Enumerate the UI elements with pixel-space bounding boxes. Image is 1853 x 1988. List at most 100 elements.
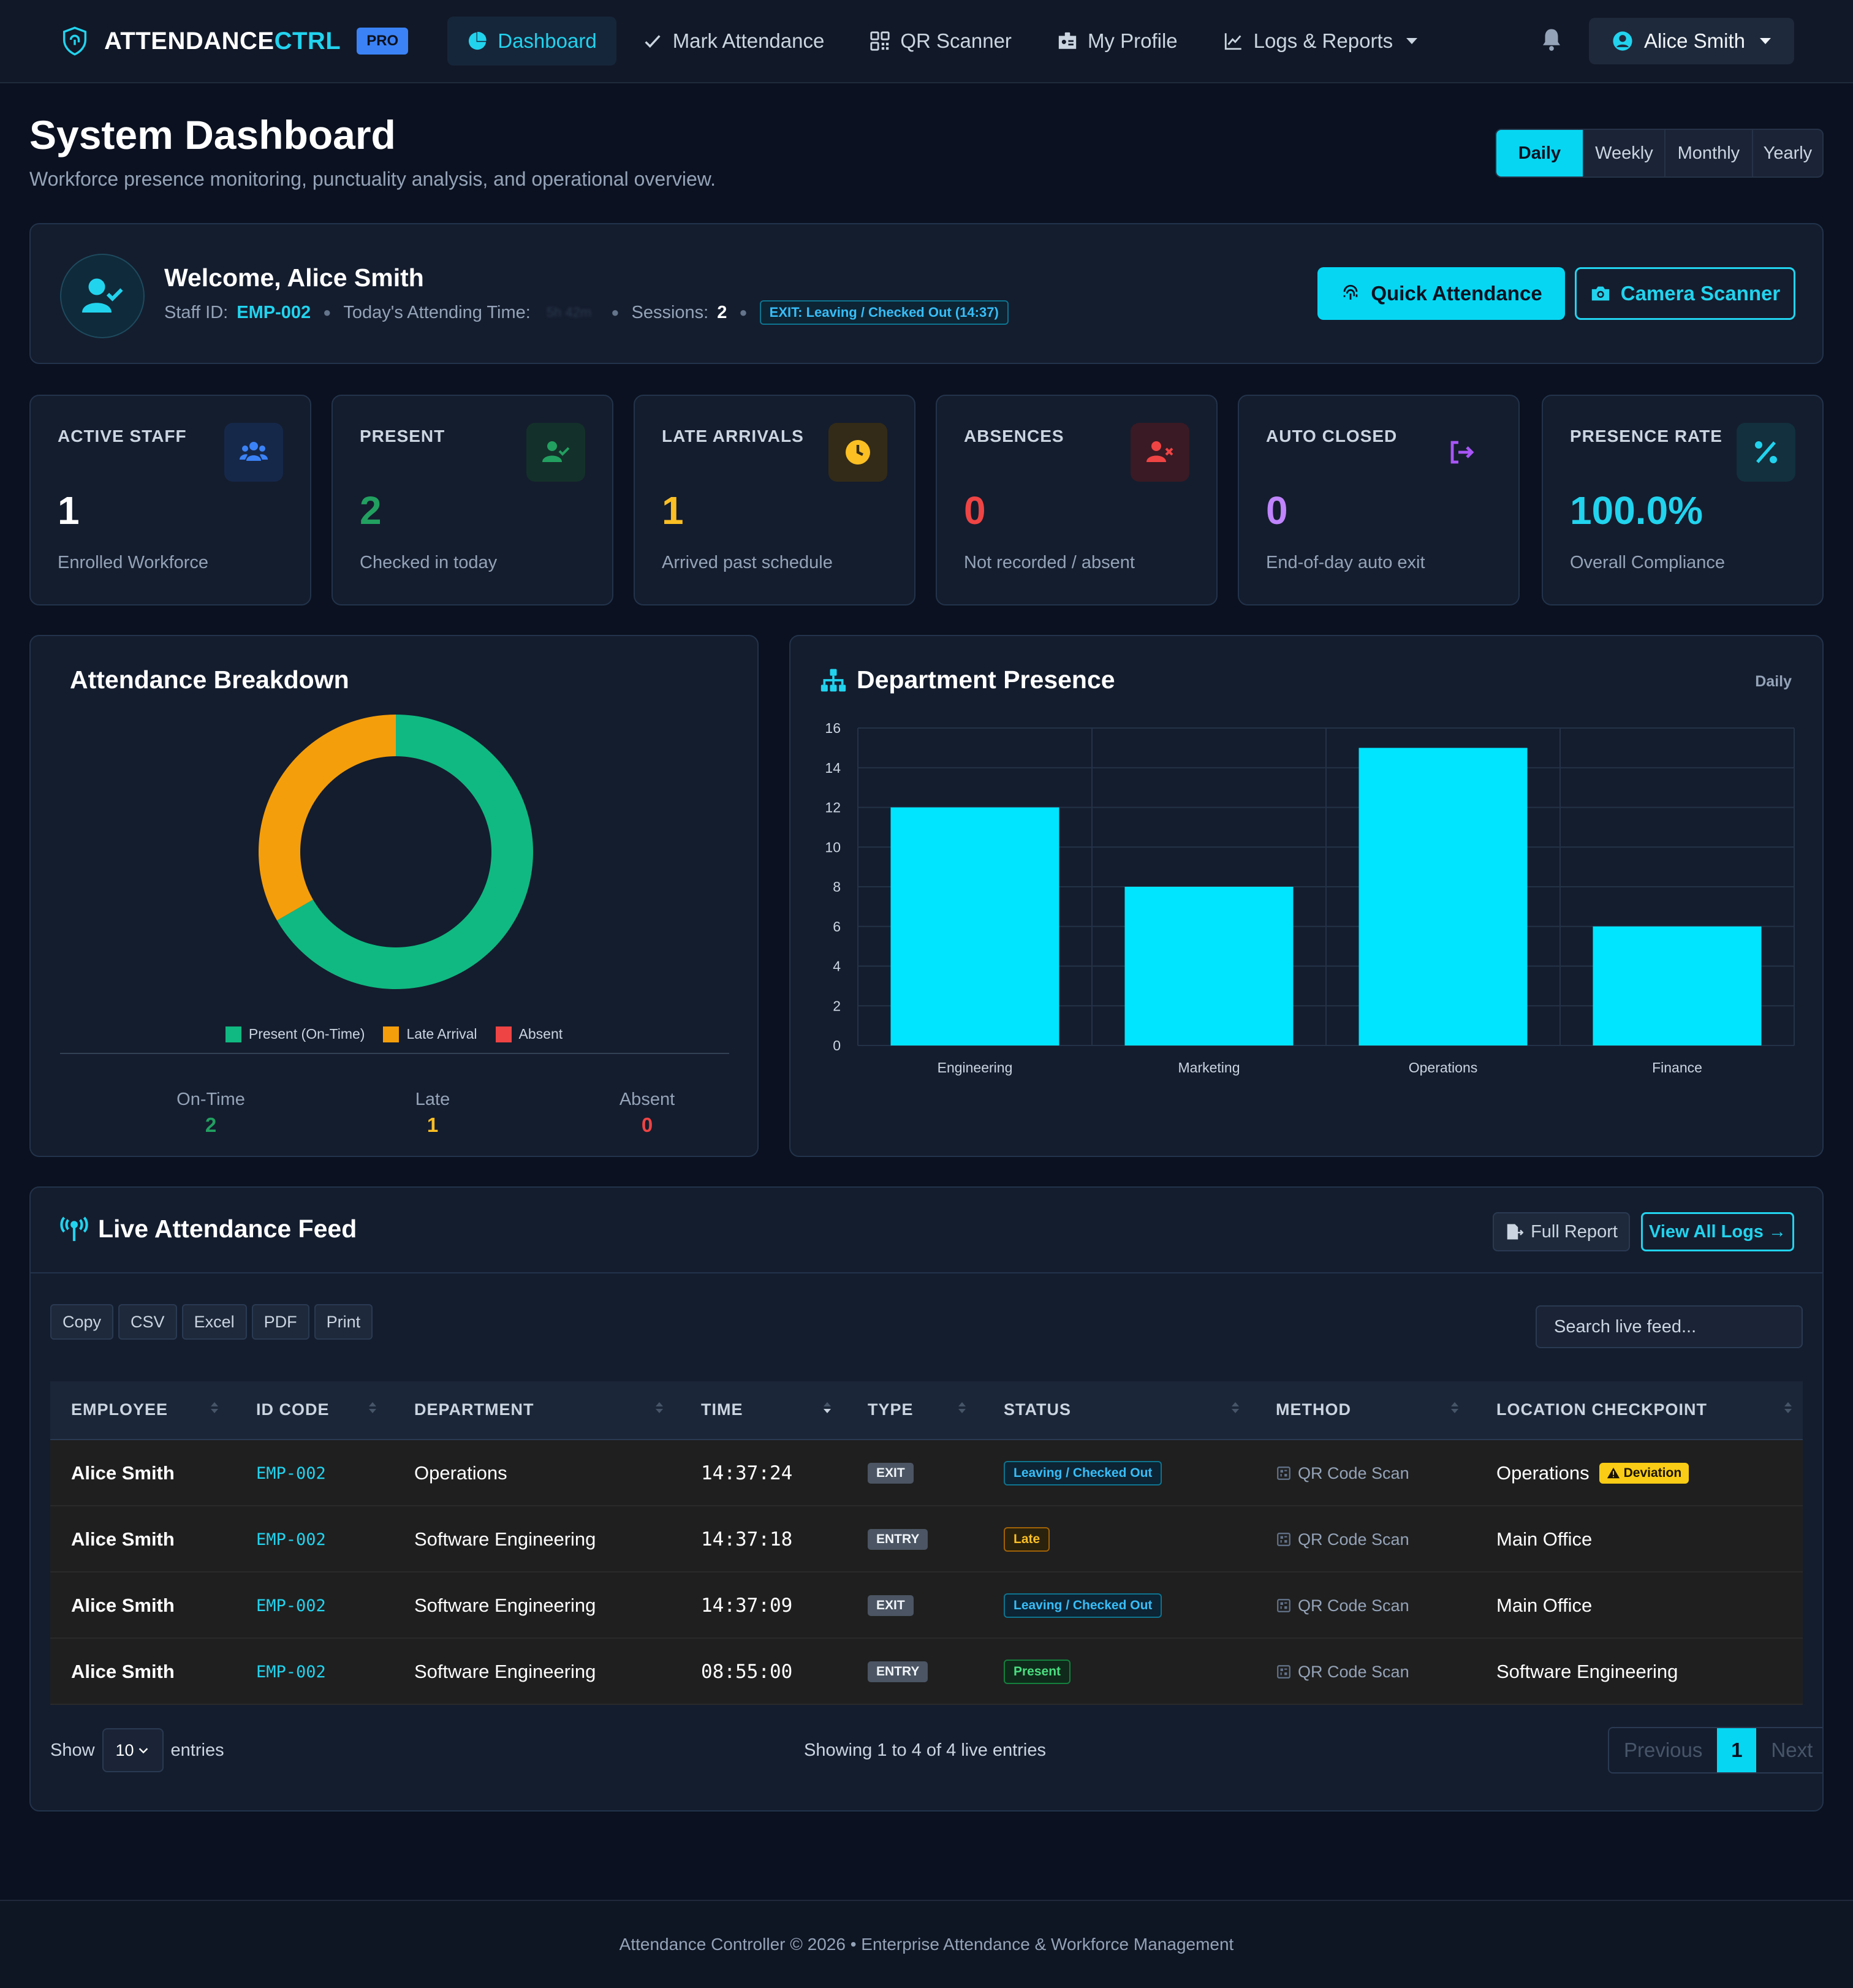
stat-value: 0: [964, 488, 986, 533]
pagination: Previous 1 Next: [1608, 1727, 1822, 1774]
pdf-button[interactable]: PDF: [251, 1304, 309, 1340]
period-monthly-button[interactable]: Monthly: [1665, 130, 1753, 176]
status-badge: Present: [1004, 1660, 1071, 1684]
status-badge: Leaving / Checked Out: [1004, 1593, 1162, 1618]
pie-chart-icon: [469, 32, 487, 50]
page-size-select[interactable]: 10: [102, 1728, 164, 1772]
bar-operations[interactable]: [1358, 748, 1528, 1045]
users-icon: [224, 423, 283, 482]
period-weekly-button[interactable]: Weekly: [1584, 130, 1665, 176]
sort-desc-icon: [824, 1402, 831, 1413]
stat-active-staff: ACTIVE STAFF 1 Enrolled Workforce: [29, 395, 311, 605]
cell-id-code[interactable]: EMP-002: [256, 1440, 326, 1506]
search-input[interactable]: [1536, 1305, 1803, 1348]
bar-finance[interactable]: [1593, 926, 1762, 1045]
period-daily-button[interactable]: Daily: [1496, 130, 1584, 176]
camera-scanner-button[interactable]: Camera Scanner: [1575, 267, 1795, 320]
cell-location: Software Engineering: [1496, 1661, 1678, 1682]
type-badge: ENTRY: [868, 1529, 928, 1550]
file-export-icon: [1507, 1224, 1524, 1240]
col-method[interactable]: METHOD: [1276, 1400, 1351, 1419]
period-yearly-button[interactable]: Yearly: [1753, 130, 1822, 176]
cell-status: Leaving / Checked Out: [1004, 1440, 1162, 1506]
cell-id-code[interactable]: EMP-002: [256, 1639, 326, 1705]
summary-absent: Absent 0: [619, 1090, 675, 1136]
shield-fingerprint-icon: [63, 26, 87, 56]
period-toggle: Daily Weekly Monthly Yearly: [1495, 129, 1824, 178]
table-header: EMPLOYEE ID CODE DEPARTMENT TIME TYPE ST…: [50, 1381, 1803, 1440]
cell-location: Main Office: [1496, 1595, 1593, 1616]
next-page-button[interactable]: Next: [1756, 1728, 1822, 1772]
stat-auto-closed: AUTO CLOSED 0 End-of-day auto exit: [1238, 395, 1520, 605]
cell-employee: Alice Smith: [71, 1661, 175, 1682]
stat-value: 1: [58, 488, 80, 533]
col-type[interactable]: TYPE: [868, 1400, 914, 1419]
previous-page-button[interactable]: Previous: [1609, 1728, 1717, 1772]
export-buttons: Copy CSV Excel PDF Print: [50, 1304, 373, 1340]
cell-id-code[interactable]: EMP-002: [256, 1573, 326, 1639]
cell-type: EXIT: [868, 1573, 914, 1639]
qrcode-icon: [1277, 1665, 1290, 1679]
cell-time: 14:37:18: [701, 1528, 793, 1550]
col-location[interactable]: LOCATION CHECKPOINT: [1496, 1400, 1707, 1419]
nav-qr-scanner[interactable]: QR Scanner: [850, 17, 1031, 66]
csv-button[interactable]: CSV: [118, 1304, 177, 1340]
excel-button[interactable]: Excel: [181, 1304, 247, 1340]
bar-marketing[interactable]: [1124, 887, 1294, 1045]
legend-item: Absent: [495, 1026, 563, 1042]
cell-location: Operations Deviation: [1496, 1440, 1689, 1506]
status-badge: Leaving / Checked Out: [1004, 1461, 1162, 1485]
live-feed-panel: Live Attendance Feed Full Report View Al…: [29, 1186, 1824, 1812]
copy-button[interactable]: Copy: [50, 1304, 114, 1340]
col-department[interactable]: DEPARTMENT: [414, 1400, 534, 1419]
y-tick-label: 2: [833, 998, 841, 1014]
sort-icon: [1451, 1402, 1458, 1413]
cell-method: QR Code Scan: [1276, 1639, 1409, 1705]
col-employee[interactable]: EMPLOYEE: [71, 1400, 168, 1419]
welcome-greeting: Welcome, Alice Smith: [164, 264, 424, 292]
page-footer: Attendance Controller © 2026 • Enterpris…: [0, 1900, 1853, 1988]
cell-id-code[interactable]: EMP-002: [256, 1506, 326, 1573]
y-tick-label: 0: [833, 1038, 841, 1053]
col-time[interactable]: TIME: [701, 1400, 743, 1419]
cell-time: 14:37:24: [701, 1462, 793, 1484]
notifications-button[interactable]: [1539, 27, 1564, 56]
donut-slice-late-arrival[interactable]: [258, 715, 396, 920]
nav-mark-attendance[interactable]: Mark Attendance: [623, 17, 844, 66]
attendance-donut-chart: [258, 715, 533, 989]
cell-time: 08:55:00: [701, 1661, 793, 1683]
cell-status: Late: [1004, 1506, 1050, 1573]
brand[interactable]: ATTENDANCECTRL PRO: [59, 25, 409, 57]
summary-on-time: On-Time 2: [176, 1090, 245, 1136]
print-button[interactable]: Print: [314, 1304, 373, 1340]
department-presence-panel: Department Presence Daily 0 2 4 6 8 10 12 14 16 E…: [789, 635, 1824, 1157]
type-badge: EXIT: [868, 1463, 914, 1484]
sort-icon: [958, 1402, 966, 1413]
cell-department: Software Engineering: [414, 1595, 596, 1616]
user-circle-icon: [1613, 31, 1632, 51]
view-all-logs-button[interactable]: View All Logs →: [1641, 1212, 1794, 1251]
quick-attendance-button[interactable]: Quick Attendance: [1317, 267, 1565, 320]
cell-method: QR Code Scan: [1276, 1506, 1409, 1573]
table-row: Alice Smith EMP-002 Operations 14:37:24 EXIT…: [50, 1440, 1803, 1506]
cell-status: Leaving / Checked Out: [1004, 1573, 1162, 1639]
cell-department: Operations: [414, 1462, 507, 1484]
nav-my-profile[interactable]: My Profile: [1037, 17, 1197, 66]
col-status[interactable]: STATUS: [1004, 1400, 1071, 1419]
page-1-button[interactable]: 1: [1717, 1728, 1757, 1772]
user-check-icon: [526, 423, 585, 482]
nav-logs-reports[interactable]: Logs & Reports: [1203, 17, 1437, 66]
qrcode-icon: [1277, 1533, 1290, 1546]
bar-engineering[interactable]: [890, 807, 1059, 1046]
full-report-button[interactable]: Full Report: [1493, 1212, 1630, 1251]
cell-employee: Alice Smith: [71, 1595, 175, 1616]
cell-type: EXIT: [868, 1440, 914, 1506]
avatar: [60, 254, 145, 338]
attendance-breakdown-panel: Attendance Breakdown Present (On-Time) L…: [29, 635, 759, 1157]
y-tick-label: 8: [833, 879, 841, 895]
pro-badge: PRO: [357, 28, 409, 55]
col-id-code[interactable]: ID CODE: [256, 1400, 330, 1419]
nav-dashboard[interactable]: Dashboard: [447, 17, 616, 66]
brand-name: ATTENDANCECTRL: [104, 27, 341, 55]
user-menu-button[interactable]: Alice Smith: [1588, 18, 1794, 64]
